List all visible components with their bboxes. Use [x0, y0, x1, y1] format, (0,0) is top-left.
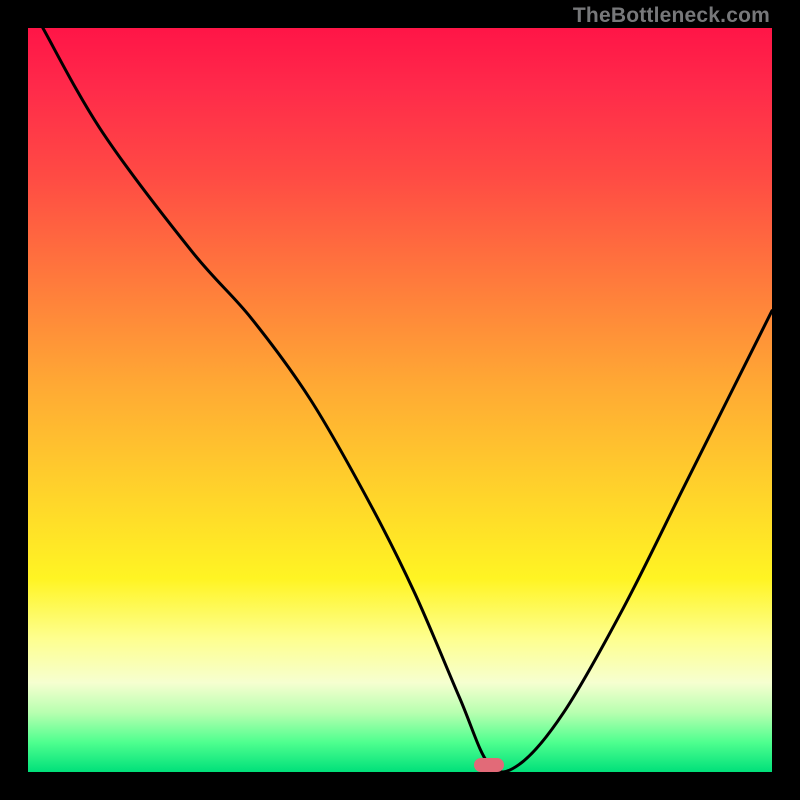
- optimal-point-marker: [474, 758, 504, 772]
- gradient-plot-area: [28, 28, 772, 772]
- watermark-text: TheBottleneck.com: [573, 4, 770, 28]
- chart-frame: TheBottleneck.com: [0, 0, 800, 800]
- bottleneck-curve: [28, 28, 772, 772]
